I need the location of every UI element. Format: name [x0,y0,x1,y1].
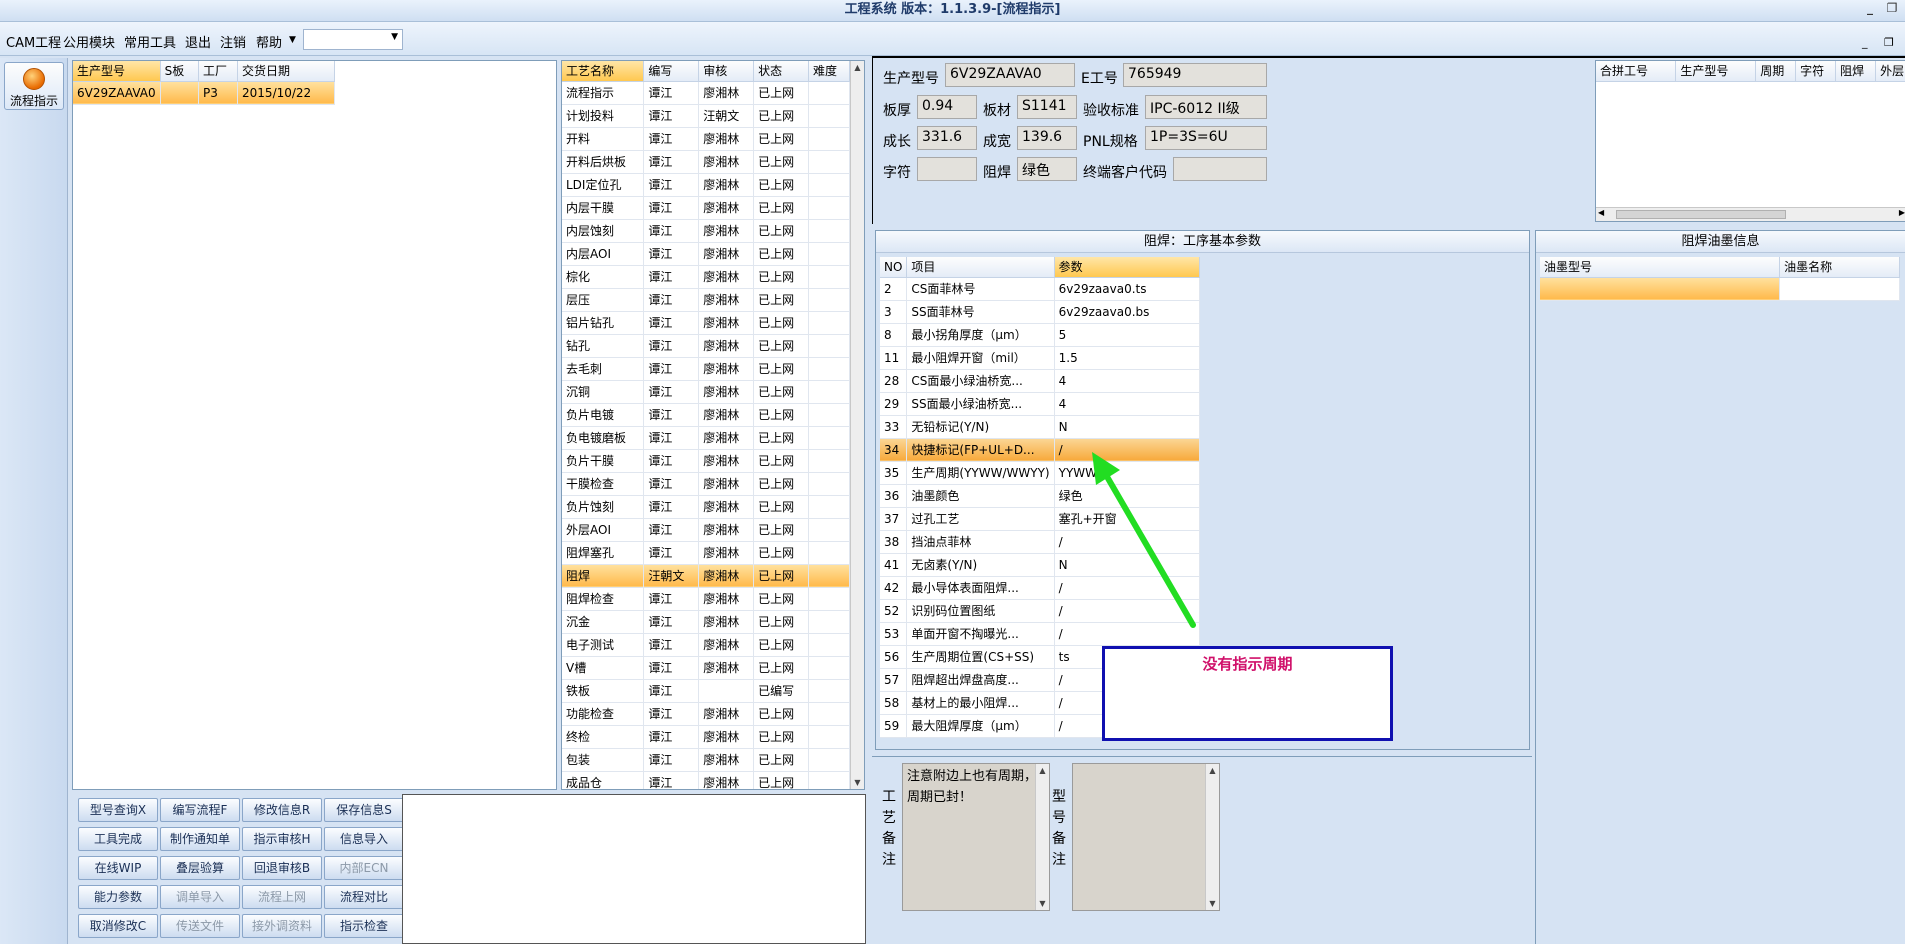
annotation-box: 没有指示周期 [1102,646,1393,741]
arrow-line [1099,465,1196,628]
annotation-arrow [1092,452,1196,628]
annotation-text: 没有指示周期 [1202,655,1293,673]
